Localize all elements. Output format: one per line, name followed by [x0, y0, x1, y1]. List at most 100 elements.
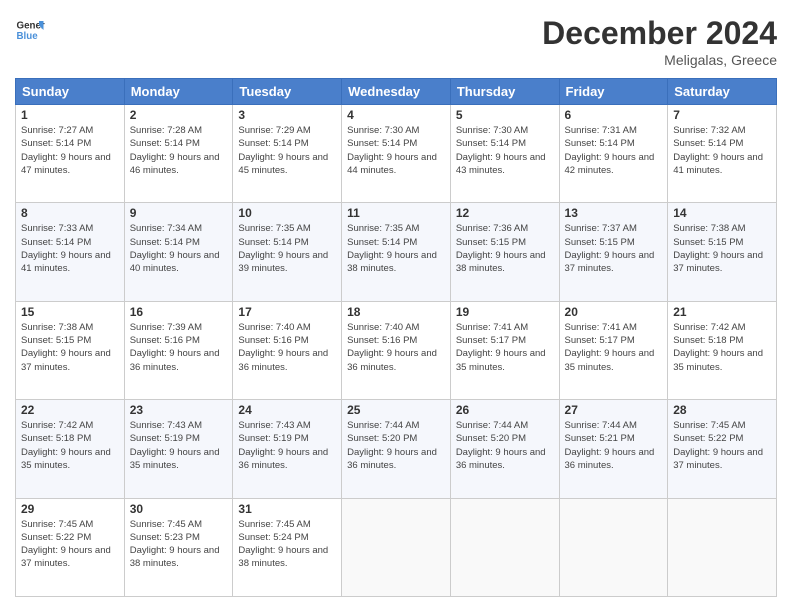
day-info: Sunrise: 7:43 AMSunset: 5:19 PMDaylight:… [130, 419, 228, 472]
day-number: 27 [565, 403, 663, 417]
day-info: Sunrise: 7:37 AMSunset: 5:15 PMDaylight:… [565, 222, 663, 275]
calendar-cell: 12Sunrise: 7:36 AMSunset: 5:15 PMDayligh… [450, 203, 559, 301]
day-number: 5 [456, 108, 554, 122]
day-info: Sunrise: 7:40 AMSunset: 5:16 PMDaylight:… [238, 321, 336, 374]
logo-icon: General Blue [15, 15, 45, 45]
day-number: 14 [673, 206, 771, 220]
day-number: 26 [456, 403, 554, 417]
day-info: Sunrise: 7:30 AMSunset: 5:14 PMDaylight:… [456, 124, 554, 177]
calendar-cell: 5 Sunrise: 7:30 AMSunset: 5:14 PMDaylight… [450, 105, 559, 203]
calendar-cell: 20 Sunrise: 7:41 AMSunset: 5:17 PMDayligh… [559, 301, 668, 399]
day-info: Sunrise: 7:43 AMSunset: 5:19 PMDaylight:… [238, 419, 336, 472]
calendar-cell: 22Sunrise: 7:42 AMSunset: 5:18 PMDayligh… [16, 400, 125, 498]
day-info: Sunrise: 7:35 AMSunset: 5:14 PMDaylight:… [347, 222, 445, 275]
header-sunday: Sunday [16, 79, 125, 105]
calendar-cell: 15 Sunrise: 7:38 AMSunset: 5:15 PMDayligh… [16, 301, 125, 399]
day-info: Sunrise: 7:38 AMSunset: 5:15 PMDaylight:… [21, 321, 119, 374]
calendar-cell: 30 Sunrise: 7:45 AMSunset: 5:23 PMDayligh… [124, 498, 233, 596]
calendar-cell: 18 Sunrise: 7:40 AMSunset: 5:16 PMDayligh… [342, 301, 451, 399]
day-number: 22 [21, 403, 119, 417]
calendar-cell: 9 Sunrise: 7:34 AMSunset: 5:14 PMDaylight… [124, 203, 233, 301]
day-info: Sunrise: 7:45 AMSunset: 5:22 PMDaylight:… [21, 518, 119, 571]
calendar-cell: 11 Sunrise: 7:35 AMSunset: 5:14 PMDayligh… [342, 203, 451, 301]
header-saturday: Saturday [668, 79, 777, 105]
day-info: Sunrise: 7:34 AMSunset: 5:14 PMDaylight:… [130, 222, 228, 275]
calendar-cell: 31 Sunrise: 7:45 AMSunset: 5:24 PMDayligh… [233, 498, 342, 596]
day-info: Sunrise: 7:40 AMSunset: 5:16 PMDaylight:… [347, 321, 445, 374]
header-friday: Friday [559, 79, 668, 105]
day-info: Sunrise: 7:45 AMSunset: 5:24 PMDaylight:… [238, 518, 336, 571]
day-info: Sunrise: 7:44 AMSunset: 5:20 PMDaylight:… [347, 419, 445, 472]
day-info: Sunrise: 7:41 AMSunset: 5:17 PMDaylight:… [456, 321, 554, 374]
calendar-cell: 2Sunrise: 7:28 AMSunset: 5:14 PMDaylight… [124, 105, 233, 203]
week-row-5: 29 Sunrise: 7:45 AMSunset: 5:22 PMDayligh… [16, 498, 777, 596]
calendar-cell [342, 498, 451, 596]
week-row-2: 8Sunrise: 7:33 AMSunset: 5:14 PMDaylight… [16, 203, 777, 301]
calendar-cell: 7 Sunrise: 7:32 AMSunset: 5:14 PMDaylight… [668, 105, 777, 203]
day-number: 3 [238, 108, 336, 122]
calendar-table: SundayMondayTuesdayWednesdayThursdayFrid… [15, 78, 777, 597]
day-number: 25 [347, 403, 445, 417]
calendar-cell [450, 498, 559, 596]
calendar-cell: 23 Sunrise: 7:43 AMSunset: 5:19 PMDayligh… [124, 400, 233, 498]
day-info: Sunrise: 7:41 AMSunset: 5:17 PMDaylight:… [565, 321, 663, 374]
header-monday: Monday [124, 79, 233, 105]
day-number: 10 [238, 206, 336, 220]
calendar-cell: 8Sunrise: 7:33 AMSunset: 5:14 PMDaylight… [16, 203, 125, 301]
day-number: 11 [347, 206, 445, 220]
day-info: Sunrise: 7:38 AMSunset: 5:15 PMDaylight:… [673, 222, 771, 275]
calendar-cell: 13Sunrise: 7:37 AMSunset: 5:15 PMDayligh… [559, 203, 668, 301]
month-title: December 2024 [542, 15, 777, 52]
calendar-cell: 4Sunrise: 7:30 AMSunset: 5:14 PMDaylight… [342, 105, 451, 203]
calendar-cell: 26Sunrise: 7:44 AMSunset: 5:20 PMDayligh… [450, 400, 559, 498]
calendar-cell: 17 Sunrise: 7:40 AMSunset: 5:16 PMDayligh… [233, 301, 342, 399]
day-number: 7 [673, 108, 771, 122]
header: General Blue December 2024 Meligalas, Gr… [15, 15, 777, 68]
day-number: 23 [130, 403, 228, 417]
day-info: Sunrise: 7:35 AMSunset: 5:14 PMDaylight:… [238, 222, 336, 275]
day-number: 6 [565, 108, 663, 122]
day-number: 28 [673, 403, 771, 417]
day-number: 30 [130, 502, 228, 516]
calendar-cell: 29 Sunrise: 7:45 AMSunset: 5:22 PMDayligh… [16, 498, 125, 596]
calendar-header-row: SundayMondayTuesdayWednesdayThursdayFrid… [16, 79, 777, 105]
calendar-cell: 14 Sunrise: 7:38 AMSunset: 5:15 PMDayligh… [668, 203, 777, 301]
calendar-cell: 6 Sunrise: 7:31 AMSunset: 5:14 PMDaylight… [559, 105, 668, 203]
day-number: 1 [21, 108, 119, 122]
calendar-cell: 16Sunrise: 7:39 AMSunset: 5:16 PMDayligh… [124, 301, 233, 399]
week-row-3: 15 Sunrise: 7:38 AMSunset: 5:15 PMDayligh… [16, 301, 777, 399]
day-info: Sunrise: 7:44 AMSunset: 5:21 PMDaylight:… [565, 419, 663, 472]
week-row-4: 22Sunrise: 7:42 AMSunset: 5:18 PMDayligh… [16, 400, 777, 498]
day-info: Sunrise: 7:32 AMSunset: 5:14 PMDaylight:… [673, 124, 771, 177]
calendar-cell: 19 Sunrise: 7:41 AMSunset: 5:17 PMDayligh… [450, 301, 559, 399]
day-number: 18 [347, 305, 445, 319]
logo: General Blue [15, 15, 45, 45]
calendar-cell: 21Sunrise: 7:42 AMSunset: 5:18 PMDayligh… [668, 301, 777, 399]
header-wednesday: Wednesday [342, 79, 451, 105]
day-info: Sunrise: 7:39 AMSunset: 5:16 PMDaylight:… [130, 321, 228, 374]
day-info: Sunrise: 7:42 AMSunset: 5:18 PMDaylight:… [673, 321, 771, 374]
header-tuesday: Tuesday [233, 79, 342, 105]
calendar-cell: 27 Sunrise: 7:44 AMSunset: 5:21 PMDayligh… [559, 400, 668, 498]
day-number: 31 [238, 502, 336, 516]
day-number: 19 [456, 305, 554, 319]
day-number: 12 [456, 206, 554, 220]
day-number: 29 [21, 502, 119, 516]
day-info: Sunrise: 7:30 AMSunset: 5:14 PMDaylight:… [347, 124, 445, 177]
day-info: Sunrise: 7:31 AMSunset: 5:14 PMDaylight:… [565, 124, 663, 177]
day-number: 17 [238, 305, 336, 319]
day-info: Sunrise: 7:45 AMSunset: 5:23 PMDaylight:… [130, 518, 228, 571]
day-number: 24 [238, 403, 336, 417]
day-number: 20 [565, 305, 663, 319]
calendar-cell [559, 498, 668, 596]
calendar-cell: 28 Sunrise: 7:45 AMSunset: 5:22 PMDayligh… [668, 400, 777, 498]
day-info: Sunrise: 7:33 AMSunset: 5:14 PMDaylight:… [21, 222, 119, 275]
page: General Blue December 2024 Meligalas, Gr… [0, 0, 792, 612]
day-info: Sunrise: 7:28 AMSunset: 5:14 PMDaylight:… [130, 124, 228, 177]
week-row-1: 1 Sunrise: 7:27 AMSunset: 5:14 PMDaylight… [16, 105, 777, 203]
day-number: 15 [21, 305, 119, 319]
day-info: Sunrise: 7:45 AMSunset: 5:22 PMDaylight:… [673, 419, 771, 472]
day-number: 9 [130, 206, 228, 220]
day-info: Sunrise: 7:27 AMSunset: 5:14 PMDaylight:… [21, 124, 119, 177]
day-info: Sunrise: 7:29 AMSunset: 5:14 PMDaylight:… [238, 124, 336, 177]
